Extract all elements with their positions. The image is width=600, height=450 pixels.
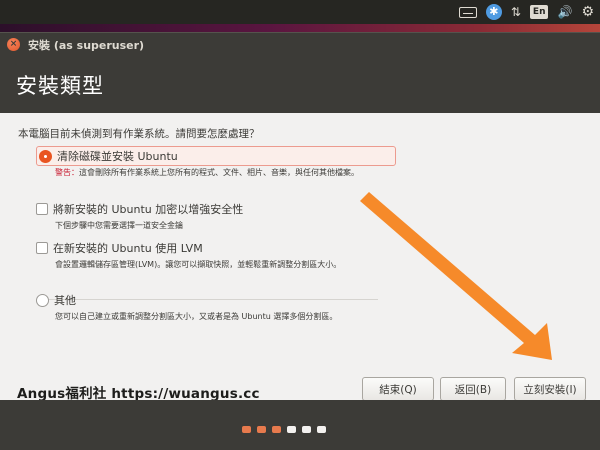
close-icon[interactable]: × <box>7 38 20 51</box>
volume-icon[interactable]: 🔊 <box>557 0 572 24</box>
language-label: En <box>529 5 549 19</box>
something-else-label: 其他 <box>54 294 76 307</box>
erase-disk-label: 清除磁碟並安裝 Ubuntu <box>57 150 178 163</box>
option-erase-disk: 清除磁碟並安裝 Ubuntu 警告：這會刪除所有作業系統上您所有的程式、文件、相… <box>36 146 396 178</box>
language-indicator[interactable]: En <box>529 5 549 19</box>
accessibility-icon[interactable]: ✱ <box>485 4 502 20</box>
window-title: 安裝 (as superuser) <box>28 38 145 52</box>
lvm-description: 會設置邏輯儲存區管理(LVM)。讓您可以擷取快照，並輕鬆重新調整分割區大小。 <box>55 260 342 269</box>
question-text: 本電腦目前未偵測到有作業系統。請問要怎麼處理？ <box>18 128 260 140</box>
erase-disk-radio[interactable] <box>39 149 52 163</box>
warning-label: 警告： <box>55 168 79 177</box>
lvm-checkbox[interactable] <box>36 242 48 254</box>
warning-text: 這會刪除所有作業系統上您所有的程式、文件、相片、音樂，與任何其他檔案。 <box>79 168 359 177</box>
option-something-else-row[interactable]: 其他 <box>36 290 396 310</box>
footer-bar <box>0 400 600 450</box>
erase-disk-description: 警告：這會刪除所有作業系統上您所有的程式、文件、相片、音樂，與任何其他檔案。 <box>55 167 396 178</box>
option-encrypt: 將新安裝的 Ubuntu 加密以增強安全性 下個步驟中您需要選擇一道安全金鑰 <box>36 199 396 231</box>
option-lvm: 在新安裝的 Ubuntu 使用 LVM 會設置邏輯儲存區管理(LVM)。讓您可以… <box>36 238 396 270</box>
keyboard-icon[interactable] <box>458 6 477 18</box>
page-header: 安裝類型 <box>0 56 600 113</box>
top-panel: ✱ ⇅ En 🔊 ⚙ <box>0 0 600 24</box>
encrypt-description: 下個步驟中您需要選擇一道安全金鑰 <box>55 221 183 230</box>
option-erase-disk-row[interactable]: 清除磁碟並安裝 Ubuntu <box>36 146 396 166</box>
progress-dot <box>272 426 281 433</box>
quit-button[interactable]: 結束(Q) <box>362 377 434 401</box>
option-something-else: 其他 您可以自己建立或重新調整分割區大小，又或者是為 Ubuntu 選擇多個分割… <box>36 290 396 322</box>
installer-window: × 安裝 (as superuser) 安裝類型 本電腦目前未偵測到有作業系統。… <box>0 32 600 450</box>
install-now-button[interactable]: 立刻安裝(I) <box>514 377 586 401</box>
page-title: 安裝類型 <box>16 73 104 98</box>
progress-dot <box>287 426 296 433</box>
encrypt-checkbox[interactable] <box>36 203 48 215</box>
encrypt-label: 將新安裝的 Ubuntu 加密以增強安全性 <box>53 203 244 216</box>
progress-dot <box>242 426 251 433</box>
back-button[interactable]: 返回(B) <box>440 377 506 401</box>
progress-dot <box>257 426 266 433</box>
something-else-radio[interactable] <box>36 293 49 307</box>
option-lvm-row[interactable]: 在新安裝的 Ubuntu 使用 LVM <box>36 238 396 258</box>
progress-dots <box>242 426 326 433</box>
progress-dot <box>317 426 326 433</box>
settings-gear-icon[interactable]: ⚙ <box>581 0 594 24</box>
something-else-description: 您可以自己建立或重新調整分割區大小，又或者是為 Ubuntu 選擇多個分割區。 <box>55 312 338 321</box>
window-titlebar[interactable]: × 安裝 (as superuser) <box>0 32 600 56</box>
watermark-text: Angus福利社 https://wuangus.cc <box>17 386 260 402</box>
main-content: 本電腦目前未偵測到有作業系統。請問要怎麼處理？ 清除磁碟並安裝 Ubuntu 警… <box>0 113 600 402</box>
lvm-label: 在新安裝的 Ubuntu 使用 LVM <box>53 242 203 255</box>
option-encrypt-row[interactable]: 將新安裝的 Ubuntu 加密以增強安全性 <box>36 199 396 219</box>
progress-dot <box>302 426 311 433</box>
network-icon[interactable]: ⇅ <box>511 0 521 24</box>
